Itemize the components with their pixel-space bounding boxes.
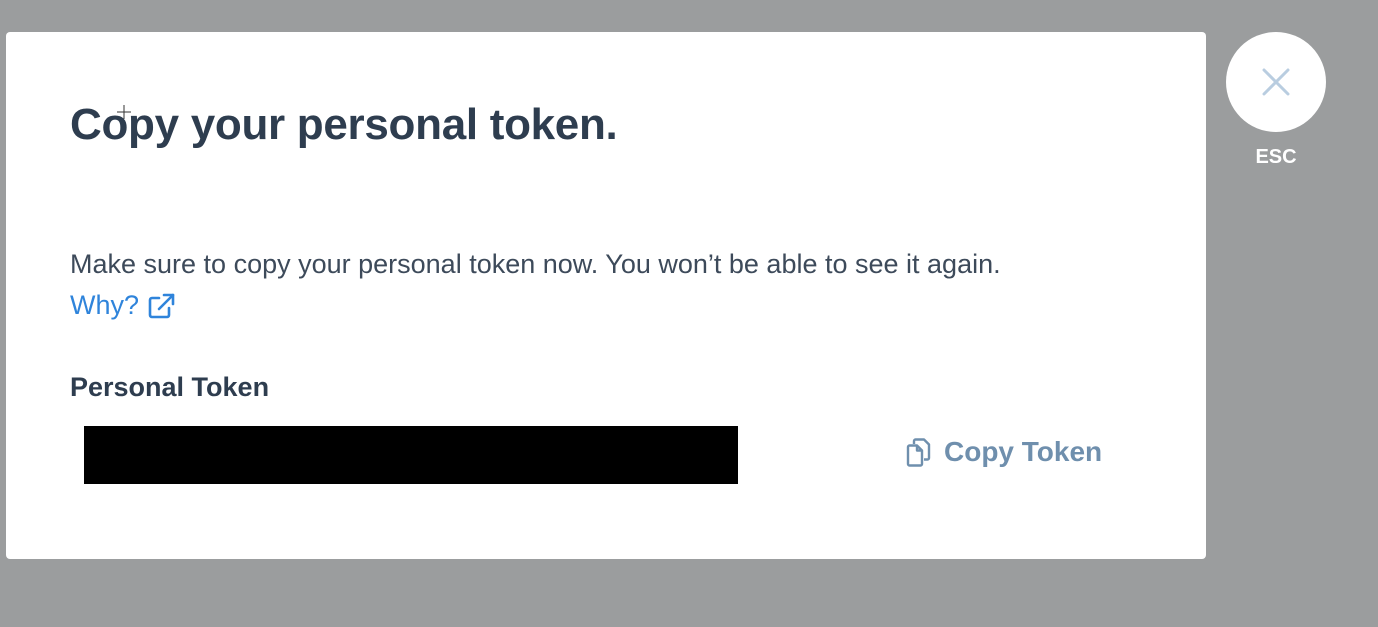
copy-icon — [906, 438, 931, 467]
modal-description: Make sure to copy your personal token no… — [70, 249, 1001, 279]
close-icon — [1262, 68, 1290, 96]
copy-token-button[interactable]: Copy Token — [904, 436, 1102, 468]
crosshair-cursor-icon — [117, 105, 131, 119]
modal-title: Copy your personal token. — [70, 100, 618, 149]
external-link-icon — [148, 293, 175, 318]
token-redaction — [84, 426, 738, 484]
why-link[interactable]: Why? — [70, 290, 177, 321]
close-control: ESC — [1226, 32, 1326, 169]
close-button[interactable] — [1226, 32, 1326, 132]
copy-token-label: Copy Token — [944, 436, 1103, 467]
token-field-label: Personal Token — [70, 372, 270, 402]
why-link-label: Why? — [70, 290, 140, 320]
esc-label: ESC — [1255, 146, 1297, 168]
token-modal: Copy your personal token. Make sure to c… — [6, 32, 1206, 559]
